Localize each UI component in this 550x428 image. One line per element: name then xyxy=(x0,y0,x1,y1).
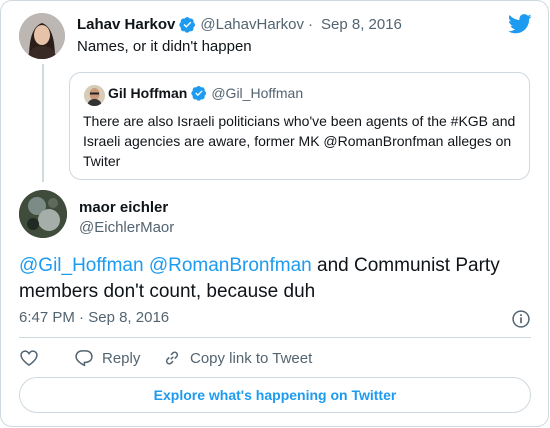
tweet-author-name[interactable]: maor eichler xyxy=(79,199,168,216)
reply-button[interactable]: Reply xyxy=(74,348,140,368)
separator-dot: · xyxy=(79,309,85,326)
avatar[interactable] xyxy=(19,13,65,59)
copy-link-button[interactable]: Copy link to Tweet xyxy=(162,348,312,368)
tweet-timestamp[interactable]: 6:47 PM · Sep 8, 2016 xyxy=(19,309,169,326)
verified-badge-icon xyxy=(179,17,196,33)
heart-icon xyxy=(20,350,38,367)
reply-to-header: Lahav Harkov @LahavHarkov · Sep 8, 2016 xyxy=(77,16,402,33)
quoted-text: There are also Israeli politicians who'v… xyxy=(83,113,516,169)
tweet-time: 6:47 PM xyxy=(19,309,75,326)
reply-label: Reply xyxy=(102,349,141,367)
reply-to-date[interactable]: Sep 8, 2016 xyxy=(321,16,402,33)
explore-button[interactable]: Explore what's happening on Twitter xyxy=(19,377,531,413)
quoted-avatar-image xyxy=(84,85,105,106)
info-icon[interactable] xyxy=(511,309,531,329)
quoted-header: Gil Hoffman @Gil_Hoffman xyxy=(108,85,303,101)
tweet-text: @Gil_Hoffman @RomanBronfman and Communis… xyxy=(19,253,539,305)
reply-to-text: Names, or it didn't happen xyxy=(77,38,252,55)
avatar-image xyxy=(19,13,65,59)
twitter-bird-icon[interactable] xyxy=(508,14,532,34)
quoted-author-handle[interactable]: @Gil_Hoffman xyxy=(211,85,303,101)
tweet-author-avatar-image xyxy=(19,190,67,238)
divider xyxy=(19,337,531,338)
verified-badge-icon xyxy=(191,86,207,101)
mention-link[interactable]: @Gil_Hoffman xyxy=(19,255,144,276)
tweet-date: Sep 8, 2016 xyxy=(88,309,170,326)
author-name[interactable]: Lahav Harkov xyxy=(77,16,175,33)
tweet-author-avatar[interactable] xyxy=(19,190,67,238)
separator-dot: · xyxy=(308,16,313,33)
quoted-avatar[interactable] xyxy=(84,85,105,106)
thread-connector-line xyxy=(42,64,44,182)
tweet-author-handle[interactable]: @EichlerMaor xyxy=(79,219,174,236)
like-button[interactable] xyxy=(19,348,47,368)
copy-link-label: Copy link to Tweet xyxy=(190,349,313,367)
copy-link-icon xyxy=(165,351,179,365)
quoted-author-name[interactable]: Gil Hoffman xyxy=(108,85,187,101)
mention-link[interactable]: @RomanBronfman xyxy=(149,255,312,276)
author-handle[interactable]: @LahavHarkov xyxy=(200,16,304,33)
reply-icon xyxy=(75,350,93,367)
